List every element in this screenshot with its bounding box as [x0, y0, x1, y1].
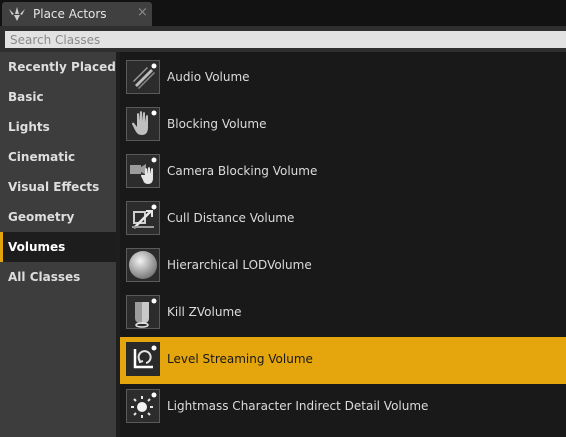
search-input[interactable]: [5, 31, 566, 48]
place-actors-icon: [8, 6, 26, 22]
actor-item-audio-volume[interactable]: Audio Volume: [120, 55, 566, 102]
actor-thumbnail: [126, 154, 160, 188]
actor-item-hierarchical-lodvolume[interactable]: Hierarchical LODVolume: [120, 243, 566, 290]
actor-thumbnail: [126, 248, 160, 282]
actor-item-kill-zvolume[interactable]: Kill ZVolume: [120, 290, 566, 337]
actor-item-cull-distance-volume[interactable]: Cull Distance Volume: [120, 196, 566, 243]
actor-list: Audio Volume Blocking Volume Camera Bloc…: [120, 55, 566, 437]
actor-label: Camera Blocking Volume: [167, 164, 318, 178]
category-lights[interactable]: Lights: [0, 112, 116, 142]
actor-thumbnail: [126, 60, 160, 94]
actor-label: Hierarchical LODVolume: [167, 258, 312, 272]
actor-thumbnail: [126, 389, 160, 423]
actor-label: Blocking Volume: [167, 117, 267, 131]
close-icon[interactable]: ×: [137, 5, 148, 21]
actor-item-camera-blocking-volume[interactable]: Camera Blocking Volume: [120, 149, 566, 196]
actor-label: Lightmass Character Indirect Detail Volu…: [167, 399, 429, 413]
category-cinematic[interactable]: Cinematic: [0, 142, 116, 172]
tab-place-actors[interactable]: Place Actors ×: [2, 2, 152, 26]
category-geometry[interactable]: Geometry: [0, 202, 116, 232]
category-all-classes[interactable]: All Classes: [0, 262, 116, 292]
actor-label: Cull Distance Volume: [167, 211, 295, 225]
tab-bar: Place Actors ×: [0, 0, 566, 26]
actor-thumbnail: [126, 295, 160, 329]
actor-thumbnail: [126, 107, 160, 141]
tab-title: Place Actors: [33, 7, 107, 21]
search-bar: [0, 26, 566, 52]
actor-label: Kill ZVolume: [167, 305, 242, 319]
category-visual-effects[interactable]: Visual Effects: [0, 172, 116, 202]
category-recently-placed[interactable]: Recently Placed: [0, 52, 116, 82]
category-sidebar: Recently Placed Basic Lights Cinematic V…: [0, 52, 116, 437]
category-basic[interactable]: Basic: [0, 82, 116, 112]
category-volumes[interactable]: Volumes: [0, 232, 116, 262]
actor-item-level-streaming-volume[interactable]: Level Streaming Volume: [120, 337, 566, 384]
actor-label: Audio Volume: [167, 70, 250, 84]
actor-thumbnail: [126, 201, 160, 235]
actor-item-lightmass-character-indirect-detail-volume[interactable]: Lightmass Character Indirect Detail Volu…: [120, 384, 566, 431]
actor-item-blocking-volume[interactable]: Blocking Volume: [120, 102, 566, 149]
actor-thumbnail: [126, 342, 160, 376]
actor-label: Level Streaming Volume: [167, 352, 313, 366]
